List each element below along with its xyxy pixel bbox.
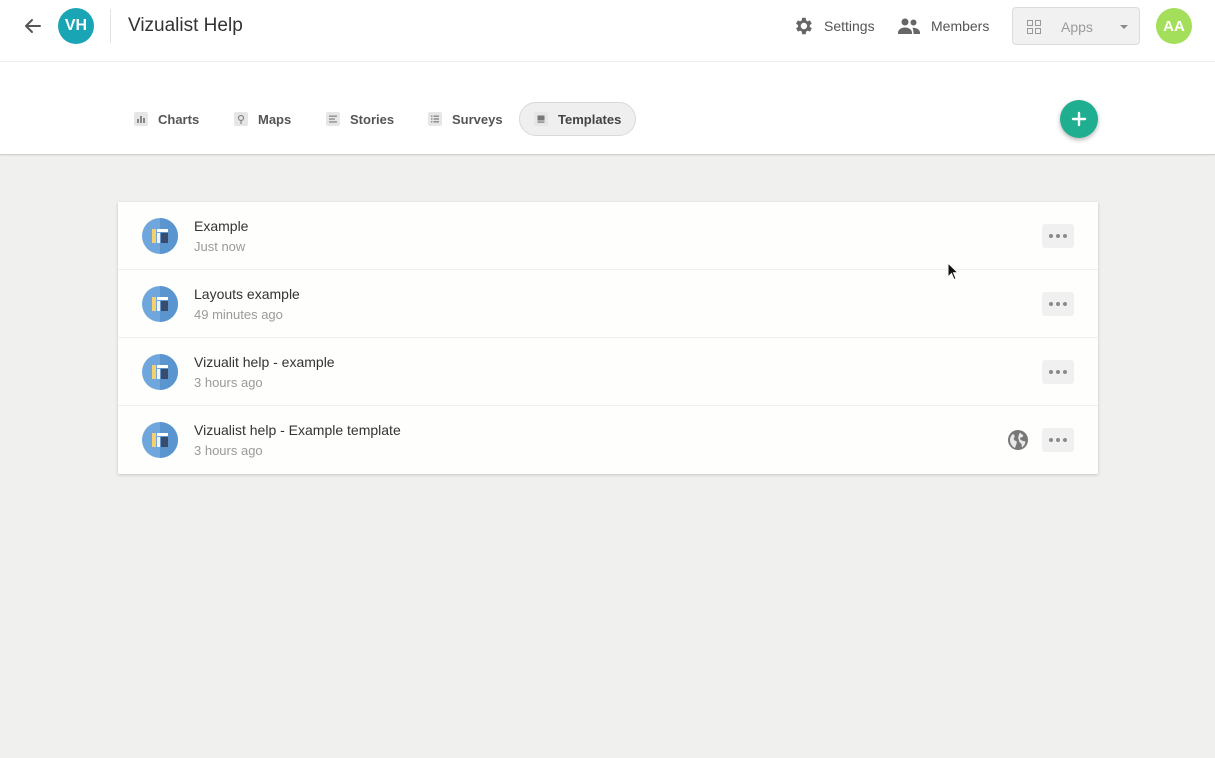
map-pin-icon [234, 112, 248, 126]
bar-chart-icon [134, 112, 148, 126]
tab-charts[interactable]: Charts [120, 102, 213, 136]
list-item[interactable]: Example Just now [118, 202, 1098, 270]
back-button[interactable] [20, 13, 46, 39]
template-thumbnail-icon [142, 354, 178, 390]
template-timestamp: 3 hours ago [194, 375, 263, 390]
template-icon [534, 112, 548, 126]
apps-label: Apps [1061, 19, 1093, 35]
template-timestamp: 3 hours ago [194, 443, 263, 458]
workspace-avatar[interactable]: VH [58, 8, 94, 44]
template-title: Vizualist help - Example template [194, 422, 401, 438]
chevron-down-icon [1120, 25, 1128, 29]
template-title: Layouts example [194, 286, 300, 302]
more-options-button[interactable] [1042, 292, 1074, 316]
tab-stories[interactable]: Stories [312, 102, 408, 136]
add-template-button[interactable] [1060, 100, 1098, 138]
template-title: Example [194, 218, 249, 234]
more-options-button[interactable] [1042, 360, 1074, 384]
globe-icon[interactable] [1007, 429, 1029, 451]
list-item[interactable]: Vizualist help - Example template 3 hour… [118, 406, 1098, 474]
more-options-button[interactable] [1042, 428, 1074, 452]
gear-icon [796, 17, 812, 35]
tab-templates[interactable]: Templates [519, 102, 637, 136]
workspace-title: Vizualist Help [128, 15, 243, 36]
tab-label: Charts [158, 111, 200, 127]
tab-label: Maps [258, 111, 292, 127]
template-timestamp: 49 minutes ago [194, 307, 283, 322]
user-avatar[interactable]: AA [1156, 8, 1192, 44]
mouse-cursor-icon [947, 262, 960, 281]
template-list: Example Just now Layouts example 49 minu… [118, 202, 1098, 474]
template-timestamp: Just now [194, 239, 246, 254]
apps-dropdown[interactable]: Apps [1012, 7, 1140, 45]
more-options-button[interactable] [1042, 224, 1074, 248]
story-icon [326, 112, 340, 126]
template-thumbnail-icon [142, 218, 178, 254]
members-label: Members [931, 18, 990, 34]
survey-list-icon [428, 112, 442, 126]
tab-surveys[interactable]: Surveys [414, 102, 517, 136]
plus-icon [1071, 111, 1087, 127]
header-divider [110, 9, 111, 43]
tab-maps[interactable]: Maps [220, 102, 305, 136]
settings-label: Settings [824, 18, 875, 34]
members-button[interactable]: Members [897, 14, 989, 38]
people-icon [898, 18, 920, 34]
top-bar: VH Vizualist Help Settings Members Apps … [0, 0, 1215, 62]
back-arrow-icon [25, 19, 41, 33]
tab-label: Stories [350, 111, 395, 127]
template-title: Vizualit help - example [194, 354, 335, 370]
tab-label: Surveys [452, 111, 503, 127]
grid-icon [1027, 20, 1041, 34]
template-thumbnail-icon [142, 422, 178, 458]
tab-label: Templates [558, 111, 622, 127]
settings-button[interactable]: Settings [792, 14, 875, 38]
section-tab-bar: Charts Maps Stories Surveys Templates [0, 62, 1215, 155]
template-thumbnail-icon [142, 286, 178, 322]
list-item[interactable]: Vizualit help - example 3 hours ago [118, 338, 1098, 406]
